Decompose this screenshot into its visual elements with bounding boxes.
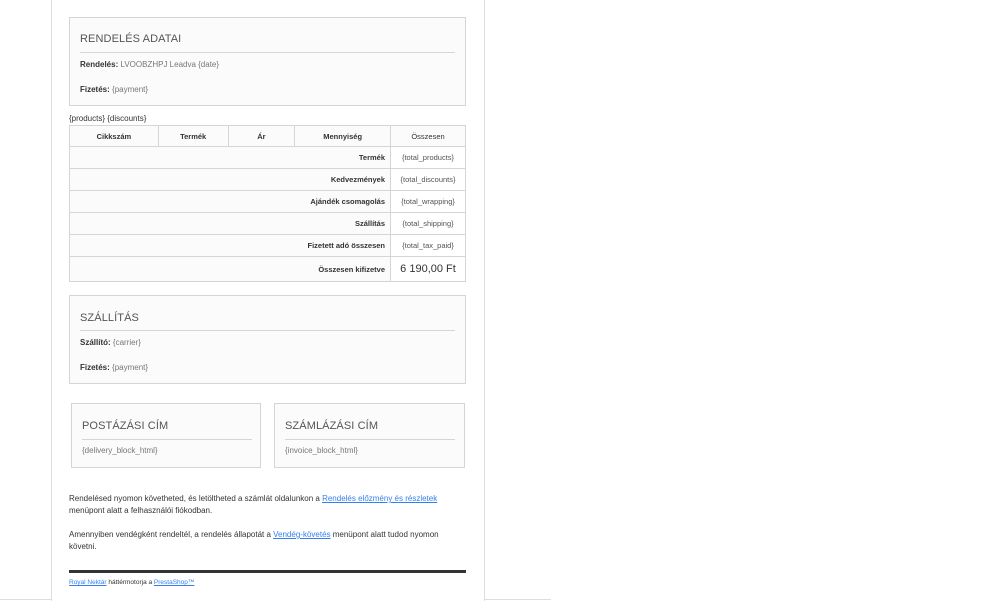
footer-divider xyxy=(69,570,466,573)
total-tax-label: Fizetett adó összesen xyxy=(68,234,392,257)
total-discounts-label: Kedvezmények xyxy=(68,168,392,191)
products-placeholder: {products} {discounts} xyxy=(69,114,147,123)
order-details-title: RENDELÉS ADATAI xyxy=(80,33,182,45)
products-table: Cikkszám Termék Ár Mennyiség Összesen Te… xyxy=(68,125,466,282)
paragraph1-text-before: Rendelésed nyomon követheted, és letölth… xyxy=(69,494,323,503)
table-row: Termék {total_products} xyxy=(68,146,466,169)
carrier-row: Szállító: {carrier} xyxy=(80,338,141,347)
order-details-divider xyxy=(80,52,455,53)
delivery-address-box: POSTÁZÁSI CÍM {delivery_block_html} xyxy=(71,403,261,468)
total-products-value: {total_products} xyxy=(390,146,466,169)
shipping-payment-row: Fizetés: {payment} xyxy=(80,363,148,372)
footer: Royal Nektár háttérmotorja a PrestaShop™ xyxy=(69,579,194,586)
table-row: Összesen kifizetve 6 190,00 Ft xyxy=(68,256,466,282)
paragraph1-text-after: menüpont alatt a felhasználói fiókodban. xyxy=(69,506,213,515)
carrier-label: Szállító: xyxy=(80,338,111,347)
table-row: Szállítás {total_shipping} xyxy=(68,212,466,235)
table-row: Fizetett adó összesen {total_tax_paid} xyxy=(68,234,466,257)
total-tax-value: {total_tax_paid} xyxy=(390,234,466,257)
delivery-address-title: POSTÁZÁSI CÍM xyxy=(82,420,169,432)
shipping-box: SZÁLLÍTÁS Szállító: {carrier} Fizetés: {… xyxy=(69,295,466,384)
invoice-address-title: SZÁMLÁZÁSI CÍM xyxy=(285,420,379,432)
invoice-address-divider xyxy=(285,439,455,440)
shipping-payment-label: Fizetés: xyxy=(80,363,110,372)
total-wrapping-value: {total_wrapping} xyxy=(390,190,466,213)
order-reference-value: LVOOBZHPJ Leadva {date} xyxy=(120,60,220,69)
table-row: Ajándék csomagolás {total_wrapping} xyxy=(68,190,466,213)
total-shipping-value: {total_shipping} xyxy=(390,212,466,235)
table-row: Kedvezmények {total_discounts} xyxy=(68,168,466,191)
total-wrapping-label: Ajándék csomagolás xyxy=(68,190,392,213)
table-header-row: Cikkszám Termék Ár Mennyiség Összesen xyxy=(69,125,466,147)
header-sku: Cikkszám xyxy=(69,125,159,147)
shop-link[interactable]: Royal Nektár xyxy=(69,579,107,586)
order-reference-label: Rendelés: xyxy=(80,60,119,69)
header-product: Termék xyxy=(157,125,229,147)
total-products-label: Termék xyxy=(68,146,392,169)
order-payment-row: Fizetés: {payment} xyxy=(80,85,148,94)
order-details-box: RENDELÉS ADATAI Rendelés: LVOOBZHPJ Lead… xyxy=(69,17,466,106)
order-payment-label: Fizetés: xyxy=(80,85,110,94)
order-history-link[interactable]: Rendelés előzmény és részletek xyxy=(322,494,437,503)
total-discounts-value: {total_discounts} xyxy=(390,168,466,191)
paragraph2-text-before: Amennyiben vendégként rendeltél, a rende… xyxy=(69,530,274,539)
prestashop-link[interactable]: PrestaShop™ xyxy=(154,579,194,586)
shipping-payment-value: {payment} xyxy=(112,363,149,372)
total-shipping-label: Szállítás xyxy=(68,212,392,235)
header-price: Ár xyxy=(227,125,296,147)
total-paid-value: 6 190,00 Ft xyxy=(390,256,466,282)
footer-middle-text: háttérmotorja a xyxy=(106,579,154,586)
shipping-title: SZÁLLÍTÁS xyxy=(80,312,139,324)
invoice-address-box: SZÁMLÁZÁSI CÍM {invoice_block_html} xyxy=(274,403,465,468)
header-total: Összesen xyxy=(390,125,466,147)
order-payment-value: {payment} xyxy=(112,85,149,94)
guest-tracking-link[interactable]: Vendég-követés xyxy=(273,530,330,539)
header-quantity: Mennyiség xyxy=(294,125,392,147)
guest-tracking-paragraph: Amennyiben vendégként rendeltél, a rende… xyxy=(69,529,466,553)
carrier-value: {carrier} xyxy=(112,338,141,347)
delivery-address-divider xyxy=(82,439,252,440)
delivery-address-value: {delivery_block_html} xyxy=(82,446,158,455)
order-history-paragraph: Rendelésed nyomon követheted, és letölth… xyxy=(69,493,466,517)
order-reference-row: Rendelés: LVOOBZHPJ Leadva {date} xyxy=(80,60,219,69)
total-paid-label: Összesen kifizetve xyxy=(68,256,392,282)
shipping-divider xyxy=(80,330,455,331)
invoice-address-value: {invoice_block_html} xyxy=(285,446,358,455)
